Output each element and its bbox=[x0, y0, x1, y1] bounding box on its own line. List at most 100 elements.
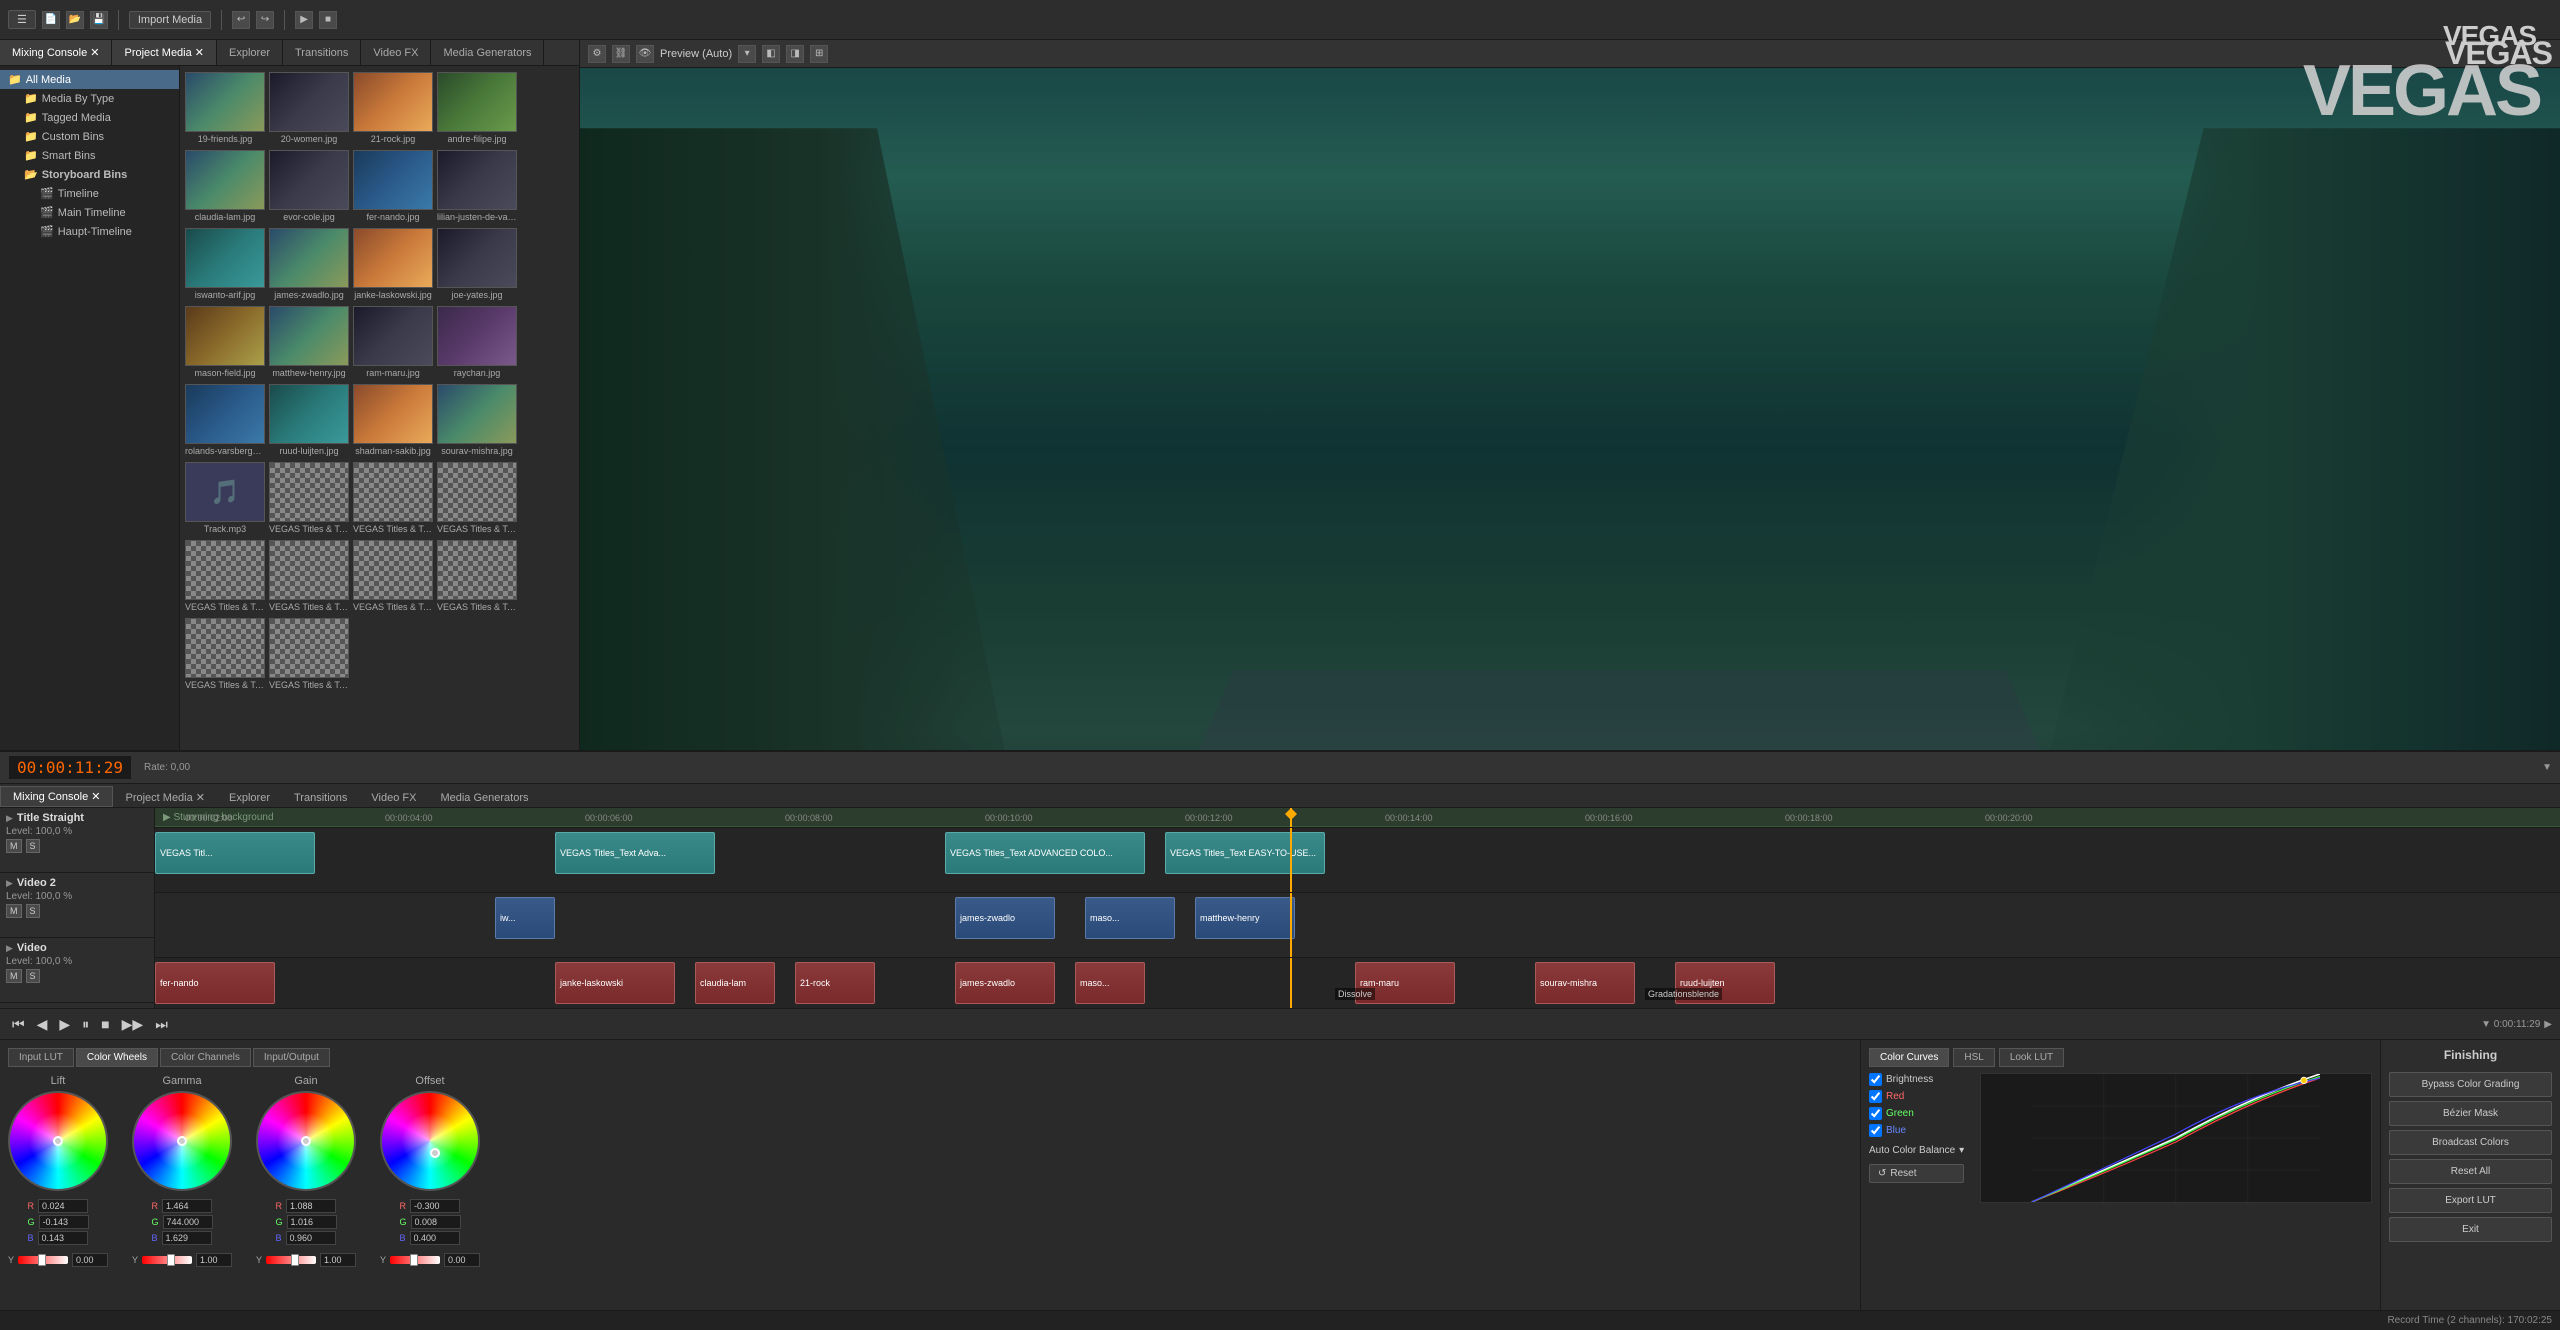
table-row[interactable]: james-zwadlo bbox=[955, 962, 1055, 1004]
lift-y-input[interactable] bbox=[72, 1253, 108, 1267]
gain-wheel[interactable] bbox=[256, 1091, 356, 1191]
brightness-check[interactable]: Brightness bbox=[1869, 1073, 1964, 1086]
track-expand-icon[interactable]: ▶ bbox=[6, 813, 13, 824]
gamma-r-input[interactable] bbox=[162, 1199, 212, 1213]
list-item[interactable]: 19-friends.jpg bbox=[184, 70, 266, 146]
lift-y-slider[interactable] bbox=[18, 1256, 68, 1264]
tab-explorer-tl[interactable]: Explorer bbox=[217, 789, 282, 807]
transport-play[interactable]: ▶ bbox=[55, 1016, 74, 1033]
table-row[interactable]: maso... bbox=[1075, 962, 1145, 1004]
list-item[interactable]: iswanto-arif.jpg bbox=[184, 226, 266, 302]
list-item[interactable]: VEGAS Titles & Text 43 bbox=[352, 460, 434, 536]
open-icon[interactable]: 📂 bbox=[66, 11, 84, 29]
scroll-right-btn[interactable]: ▶ bbox=[2544, 1019, 2552, 1030]
list-item[interactable]: andre-filipe.jpg bbox=[436, 70, 518, 146]
lift-wheel-handle[interactable] bbox=[53, 1136, 63, 1146]
auto-balance-dropdown[interactable]: ▾ bbox=[1959, 1145, 1964, 1156]
gain-y-slider[interactable] bbox=[266, 1256, 316, 1264]
table-row[interactable]: 21-rock bbox=[795, 962, 875, 1004]
table-row[interactable]: VEGAS Titles_Text ADVANCED COLO... bbox=[945, 832, 1145, 874]
red-checkbox[interactable] bbox=[1869, 1090, 1882, 1103]
app-menu[interactable]: ☰ bbox=[8, 10, 36, 29]
list-item[interactable]: lilian-justen-de-vasco ncellos.jpg bbox=[436, 148, 518, 224]
list-item[interactable]: VEGAS Titles & Text DISCOVER CREATI... bbox=[184, 616, 266, 692]
list-item[interactable]: 21-rock.jpg bbox=[352, 70, 434, 146]
curves-graph[interactable] bbox=[1980, 1073, 2372, 1203]
tree-custom-bins[interactable]: 📁 Custom Bins bbox=[0, 127, 179, 146]
transport-stop[interactable]: ■ bbox=[97, 1016, 113, 1032]
blue-checkbox[interactable] bbox=[1869, 1124, 1882, 1137]
export-lut-button[interactable]: Export LUT bbox=[2389, 1188, 2552, 1213]
list-item[interactable]: sourav-mishra.jpg bbox=[436, 382, 518, 458]
redo-icon[interactable]: ↪ bbox=[256, 11, 274, 29]
gain-b-input[interactable] bbox=[286, 1231, 336, 1245]
transport-play-back[interactable]: ◀ bbox=[33, 1016, 52, 1033]
table-row[interactable]: fer-nando bbox=[155, 962, 275, 1004]
save-icon[interactable]: 💾 bbox=[90, 11, 108, 29]
gain-r-input[interactable] bbox=[286, 1199, 336, 1213]
track-solo-1[interactable]: S bbox=[26, 839, 40, 853]
gamma-y-thumb[interactable] bbox=[167, 1254, 175, 1266]
list-item[interactable]: mason-field.jpg bbox=[184, 304, 266, 380]
list-item[interactable]: VEGAS Titles & Text 42 bbox=[268, 460, 350, 536]
lift-b-input[interactable] bbox=[38, 1231, 88, 1245]
offset-wheel-handle[interactable] bbox=[430, 1148, 440, 1158]
transport-pause[interactable]: ⏸ bbox=[78, 1016, 93, 1033]
offset-y-input[interactable] bbox=[444, 1253, 480, 1267]
track-mute-2[interactable]: M bbox=[6, 904, 22, 918]
preview-btn3[interactable]: ⊞ bbox=[810, 45, 828, 63]
offset-r-input[interactable] bbox=[410, 1199, 460, 1213]
blue-check[interactable]: Blue bbox=[1869, 1124, 1964, 1137]
list-item[interactable]: 20-women.jpg bbox=[268, 70, 350, 146]
table-row[interactable]: VEGAS Titl... bbox=[155, 832, 315, 874]
tab-project-media[interactable]: Project Media ✕ bbox=[112, 40, 217, 65]
bypass-color-grading-button[interactable]: Bypass Color Grading bbox=[2389, 1072, 2552, 1097]
table-row[interactable]: janke-laskowski bbox=[555, 962, 675, 1004]
reset-button[interactable]: ↺ Reset bbox=[1869, 1164, 1964, 1183]
table-row[interactable]: VEGAS Titles_Text Adva... bbox=[555, 832, 715, 874]
tab-hsl[interactable]: HSL bbox=[1953, 1048, 1994, 1067]
gamma-b-input[interactable] bbox=[162, 1231, 212, 1245]
tab-media-generators-tl[interactable]: Media Generators bbox=[428, 789, 540, 807]
table-row[interactable]: matthew-henry bbox=[1195, 897, 1295, 939]
gain-wheel-handle[interactable] bbox=[301, 1136, 311, 1146]
import-media-btn[interactable]: Import Media bbox=[129, 11, 211, 29]
offset-y-thumb[interactable] bbox=[410, 1254, 418, 1266]
list-item[interactable]: evor-cole.jpg bbox=[268, 148, 350, 224]
list-item[interactable]: VEGAS Titles & Text DISCOVER CREATI... bbox=[268, 616, 350, 692]
undo-icon[interactable]: ↩ bbox=[232, 11, 250, 29]
tab-mixing-console[interactable]: Mixing Console ✕ bbox=[0, 40, 112, 65]
list-item[interactable]: VEGAS Titles & Text 45 bbox=[436, 460, 518, 536]
gamma-y-input[interactable] bbox=[196, 1253, 232, 1267]
tab-project-media-tl[interactable]: Project Media ✕ bbox=[113, 788, 217, 807]
tab-explorer[interactable]: Explorer bbox=[217, 40, 283, 65]
table-row[interactable]: james-zwadlo bbox=[955, 897, 1055, 939]
green-checkbox[interactable] bbox=[1869, 1107, 1882, 1120]
tab-media-generators[interactable]: Media Generators bbox=[431, 40, 544, 65]
track-solo-2[interactable]: S bbox=[26, 904, 40, 918]
track-solo-3[interactable]: S bbox=[26, 969, 40, 983]
bezier-mask-button[interactable]: Bézier Mask bbox=[2389, 1101, 2552, 1126]
lift-r-input[interactable] bbox=[38, 1199, 88, 1213]
track-expand-icon-2[interactable]: ▶ bbox=[6, 878, 13, 889]
gain-g-input[interactable] bbox=[287, 1215, 337, 1229]
gamma-wheel[interactable] bbox=[132, 1091, 232, 1191]
table-row[interactable]: claudia-lam bbox=[695, 962, 775, 1004]
lift-y-thumb[interactable] bbox=[38, 1254, 46, 1266]
table-row[interactable]: VEGAS Titles_Text EASY-TO-USE... bbox=[1165, 832, 1325, 874]
list-item[interactable]: claudia-lam.jpg bbox=[184, 148, 266, 224]
play-icon[interactable]: ▶ bbox=[295, 11, 313, 29]
exit-button[interactable]: Exit bbox=[2389, 1217, 2552, 1242]
list-item[interactable]: VEGAS Titles & Text BEAUTIFUL VIGNE... bbox=[268, 538, 350, 614]
preview-btn1[interactable]: ◧ bbox=[762, 45, 780, 63]
track-expand-icon-3[interactable]: ▶ bbox=[6, 943, 13, 954]
tab-input-lut[interactable]: Input LUT bbox=[8, 1048, 74, 1067]
offset-g-input[interactable] bbox=[411, 1215, 461, 1229]
table-row[interactable]: sourav-mishra bbox=[1535, 962, 1635, 1004]
offset-wheel[interactable] bbox=[380, 1091, 480, 1191]
transport-go-start[interactable]: ⏮ bbox=[8, 1016, 29, 1033]
tree-tagged-media[interactable]: 📁 Tagged Media bbox=[0, 108, 179, 127]
preview-btn2[interactable]: ◨ bbox=[786, 45, 804, 63]
gamma-wheel-handle[interactable] bbox=[177, 1136, 187, 1146]
tab-look-lut[interactable]: Look LUT bbox=[1999, 1048, 2064, 1067]
